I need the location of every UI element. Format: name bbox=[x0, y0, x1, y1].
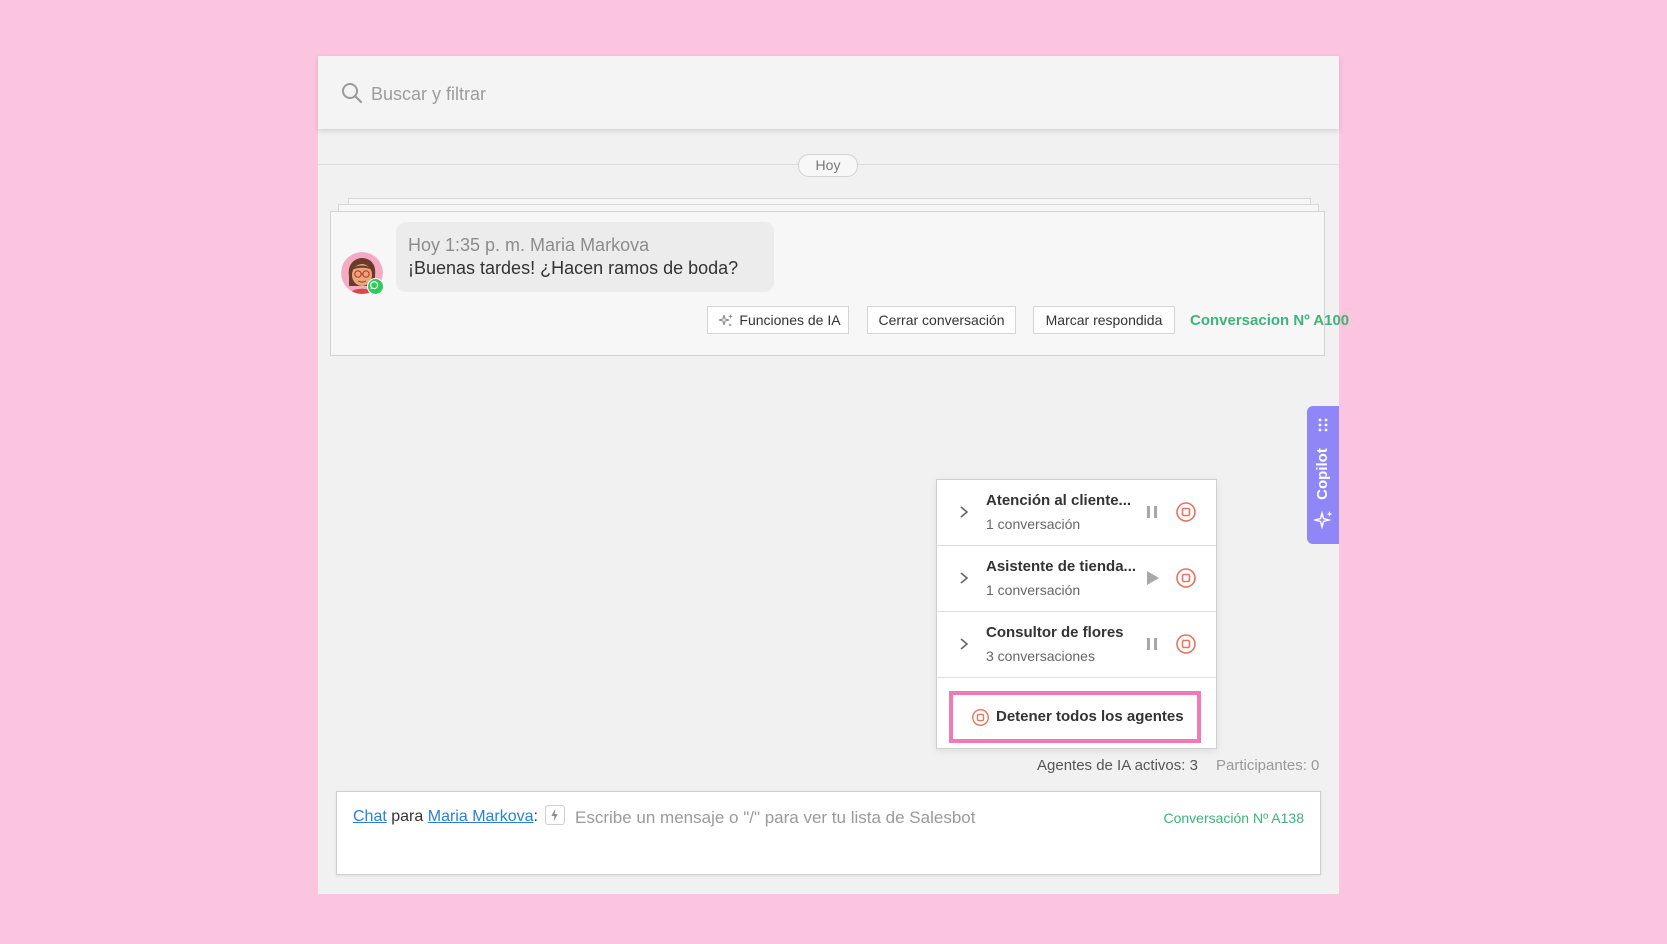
ai-features-button[interactable]: Funciones de IA bbox=[707, 306, 849, 334]
composer-conversation-link[interactable]: Conversación Nº A138 bbox=[1163, 810, 1304, 826]
sparkle-icon bbox=[718, 314, 733, 327]
composer-for-text: para bbox=[391, 808, 424, 825]
recipient-link[interactable]: Maria Markova bbox=[428, 808, 534, 825]
agent-row[interactable]: Asistente de tienda... 1 conversación bbox=[937, 546, 1216, 612]
participants-count[interactable]: Participantes: 0 bbox=[1216, 757, 1319, 774]
mark-answered-button[interactable]: Marcar respondida bbox=[1033, 306, 1175, 334]
agent-name: Atención al cliente... bbox=[986, 492, 1132, 509]
agent-conversation-count: 1 conversación bbox=[986, 516, 1081, 532]
message-bubble: Hoy 1:35 p. m. Maria Markova ¡Buenas tar… bbox=[396, 222, 774, 292]
agent-row[interactable]: Consultor de flores 3 conversaciones bbox=[937, 612, 1216, 678]
drag-handle-icon[interactable] bbox=[1316, 418, 1330, 432]
close-conversation-button[interactable]: Cerrar conversación bbox=[867, 306, 1016, 334]
play-icon[interactable] bbox=[1142, 568, 1162, 588]
search-bar bbox=[318, 56, 1339, 129]
stop-icon[interactable] bbox=[1175, 633, 1197, 655]
stop-all-agents-button[interactable]: Detener todos los agentes bbox=[949, 691, 1201, 743]
message-text: ¡Buenas tardes! ¿Hacen ramos de boda? bbox=[408, 258, 739, 278]
agent-row[interactable]: Atención al cliente... 1 conversación bbox=[937, 480, 1216, 546]
message-meta: Hoy 1:35 p. m. Maria Markova bbox=[408, 235, 650, 255]
stop-icon bbox=[972, 709, 989, 726]
pause-icon[interactable] bbox=[1142, 502, 1162, 522]
channel-link[interactable]: Chat bbox=[353, 808, 387, 825]
stop-all-agents-label: Detener todos los agentes bbox=[996, 708, 1184, 725]
ai-agents-popup: Atención al cliente... 1 conversación As… bbox=[936, 479, 1217, 749]
ai-features-label: Funciones de IA bbox=[739, 312, 841, 328]
agent-conversation-count: 3 conversaciones bbox=[986, 648, 1095, 664]
message-composer: Chat para Maria Markova: Conversación Nº… bbox=[336, 791, 1321, 875]
agent-name: Asistente de tienda... bbox=[986, 558, 1137, 575]
copilot-label: Copilot bbox=[1314, 448, 1331, 500]
copilot-tab[interactable]: Copilot bbox=[1307, 406, 1339, 544]
sparkle-icon bbox=[1314, 510, 1333, 530]
chevron-right-icon[interactable] bbox=[957, 505, 971, 519]
agent-conversation-count: 1 conversación bbox=[986, 582, 1081, 598]
active-agents-toggle[interactable]: Agentes de IA activos: 3 bbox=[1037, 757, 1198, 774]
chevron-right-icon[interactable] bbox=[957, 571, 971, 585]
conversation-link[interactable]: Conversacion Nº A100 bbox=[1190, 312, 1349, 329]
pause-icon[interactable] bbox=[1142, 634, 1162, 654]
whatsapp-icon bbox=[367, 278, 384, 295]
date-pill: Hoy bbox=[798, 154, 858, 177]
salesbot-bolt-icon[interactable] bbox=[545, 805, 565, 825]
stop-icon[interactable] bbox=[1175, 501, 1197, 523]
composer-recipient: Chat para Maria Markova: bbox=[353, 808, 538, 826]
search-icon bbox=[342, 83, 363, 104]
chevron-right-icon[interactable] bbox=[957, 637, 971, 651]
message-input[interactable] bbox=[573, 803, 1137, 833]
agent-name: Consultor de flores bbox=[986, 624, 1124, 641]
message-card: Hoy 1:35 p. m. Maria Markova ¡Buenas tar… bbox=[330, 211, 1349, 356]
composer-colon: : bbox=[533, 808, 538, 825]
stop-icon[interactable] bbox=[1175, 567, 1197, 589]
search-input[interactable] bbox=[369, 76, 973, 112]
